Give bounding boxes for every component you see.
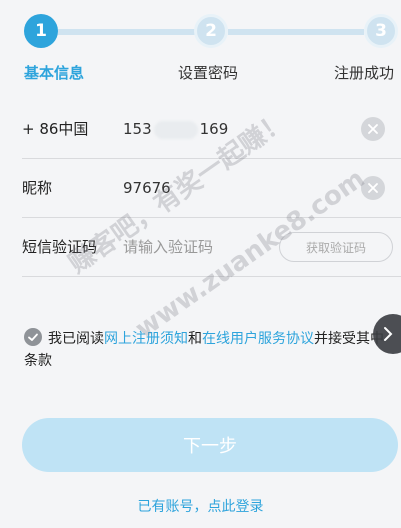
step-2-circle: 2: [194, 14, 228, 48]
next-step-button[interactable]: 下一步: [22, 418, 398, 472]
agree-prefix: 我已阅读: [48, 331, 104, 347]
step-connector-1: [58, 29, 196, 35]
close-icon: [368, 183, 378, 193]
phone-value-start: 153: [123, 120, 152, 138]
close-icon: [368, 124, 378, 134]
sms-label: 短信验证码: [22, 238, 98, 256]
sms-row: 短信验证码 请输入验证码 获取验证码: [22, 218, 401, 277]
phone-clear-button[interactable]: [361, 117, 385, 141]
step-3-label: 注册成功: [334, 64, 395, 82]
get-code-button[interactable]: 获取验证码: [279, 232, 393, 262]
phone-row: + 86中国 153 169: [22, 100, 401, 159]
nickname-label: 昵称: [22, 179, 53, 197]
check-icon: [28, 333, 38, 341]
nickname-input[interactable]: 97676: [123, 159, 171, 217]
nickname-clear-button[interactable]: [361, 176, 385, 200]
registration-form: + 86中国 153 169 昵称 97676 短信验证码 请输入验证码 获取验证…: [0, 100, 401, 277]
chevron-right-icon: [384, 327, 393, 341]
service-agreement-link[interactable]: 在线用户服务协议: [202, 331, 314, 347]
agree-checkbox[interactable]: [24, 328, 42, 346]
nickname-row: 昵称 97676: [22, 159, 401, 218]
step-1-label: 基本信息: [24, 64, 85, 82]
agreement-row: 我已阅读网上注册须知和在线用户服务协议并接受其中条款: [24, 328, 384, 372]
country-code-selector[interactable]: + 86中国: [22, 100, 88, 158]
step-3-circle: 3: [364, 14, 398, 48]
agree-middle: 和: [188, 331, 202, 347]
phone-blurred-digits: [153, 120, 198, 139]
registration-notice-link[interactable]: 网上注册须知: [104, 331, 188, 347]
step-2-label: 设置密码: [178, 64, 239, 82]
phone-input[interactable]: 153 169: [123, 100, 228, 158]
step-1-circle: 1: [24, 14, 58, 48]
step-connector-2: [228, 29, 364, 35]
sms-code-input[interactable]: 请输入验证码: [123, 218, 213, 276]
login-link[interactable]: 已有账号，点此登录: [0, 496, 401, 516]
phone-value-end: 169: [199, 120, 229, 138]
registration-stepper: 1 2 3 基本信息 设置密码 注册成功: [0, 0, 401, 90]
